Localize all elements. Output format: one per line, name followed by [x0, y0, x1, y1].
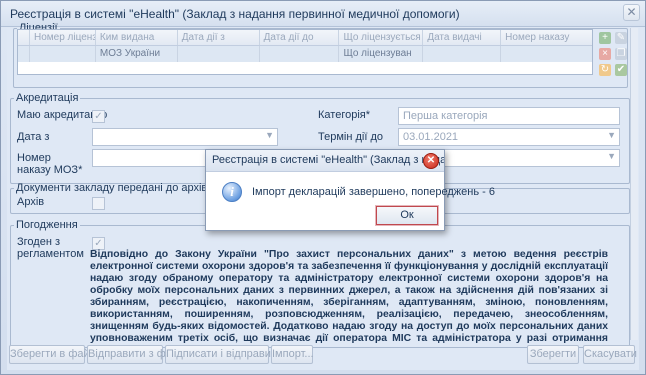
row-selector[interactable] [18, 46, 30, 62]
cell-date-from [178, 46, 260, 62]
import-button[interactable]: Імпорт... [271, 345, 314, 364]
column-header-issued-by[interactable]: Ким видана [96, 30, 178, 45]
column-header-date-to[interactable]: Дата дії до [260, 30, 340, 45]
refresh-icon[interactable]: ↻ [599, 64, 611, 76]
delete-icon[interactable]: × [599, 48, 611, 60]
valid-until-value: 03.01.2021 [403, 131, 459, 143]
settings-icon[interactable]: ✔ [615, 64, 627, 76]
date-from-field[interactable]: ▼ [92, 128, 278, 146]
sign-and-send-button[interactable]: Підписати і відправити [165, 345, 282, 364]
table-row[interactable]: МОЗ України Що ліцензуван [18, 46, 592, 62]
info-icon: i [222, 182, 242, 202]
import-result-dialog: Реєстрація в системі "eHealth" (Заклад з… [205, 149, 495, 231]
order-number-label: Номер наказу МОЗ* [17, 152, 83, 176]
archive-legend: Документи закладу передані до архіву [16, 182, 213, 194]
cell-issue-date [423, 46, 502, 62]
window-title: Реєстрація в системі "eHealth" (Заклад з… [10, 7, 460, 21]
cancel-button[interactable]: Скасувати [583, 345, 637, 364]
save-to-file-button[interactable]: Зберегти в файл [9, 345, 96, 364]
cell-number [30, 46, 96, 62]
column-header-issue-date[interactable]: Дата видачі [423, 30, 502, 45]
date-from-label: Дата з [17, 131, 50, 143]
agreement-text: Відповідно до Закону України "Про захист… [90, 249, 608, 344]
archive-checkbox[interactable] [92, 197, 105, 210]
close-icon: ✕ [626, 5, 637, 19]
chevron-down-icon[interactable]: ▼ [607, 130, 616, 140]
add-icon[interactable]: + [599, 32, 611, 44]
column-header-order-number[interactable]: Номер наказу [501, 30, 592, 45]
valid-until-label: Термін дії до [318, 131, 383, 143]
window-close-button[interactable]: ✕ [623, 4, 640, 21]
licenses-table[interactable]: Номер ліцензії Ким видана Дата дії з Дат… [17, 29, 593, 75]
archive-label: Архів [17, 196, 45, 208]
category-label: Категорія* [318, 109, 371, 121]
save-button[interactable]: Зберегти [527, 345, 579, 364]
column-header-number[interactable]: Номер ліцензії [30, 30, 96, 45]
agreement-legend: Погодження [16, 219, 78, 231]
send-from-file-button[interactable]: Відправити з файлу [87, 345, 190, 364]
cell-subject: Що ліцензуван [339, 46, 424, 62]
ok-button[interactable]: Ок [375, 205, 439, 226]
close-icon[interactable]: ✕ [423, 153, 439, 169]
valid-until-field[interactable]: 03.01.2021 ▼ [398, 128, 620, 146]
chevron-down-icon[interactable]: ▼ [607, 151, 616, 161]
cell-date-to [260, 46, 340, 62]
edit-icon[interactable]: ✎ [615, 32, 627, 44]
column-header-subject[interactable]: Що ліцензується [339, 30, 424, 45]
registration-window: Реєстрація в системі "eHealth" (Заклад з… [0, 0, 646, 375]
chevron-down-icon[interactable]: ▼ [265, 130, 274, 140]
agree-label: Згоден з регламентом [17, 236, 84, 260]
column-header-date-from[interactable]: Дата дії з [178, 30, 260, 45]
accreditation-legend: Акредитація [16, 92, 79, 104]
dialog-message: Імпорт декларацій завершено, попереджень… [252, 186, 495, 198]
has-accreditation-checkbox[interactable]: ✓ [92, 110, 105, 123]
cell-issued-by: МОЗ України [96, 46, 178, 62]
category-select[interactable]: Перша категорія [398, 107, 620, 125]
column-header-selector [18, 30, 30, 45]
category-value: Перша категорія [403, 110, 488, 122]
cell-order-number [501, 46, 592, 62]
dialog-title: Реєстрація в системі "eHealth" (Заклад з… [206, 150, 444, 172]
licenses-table-header: Номер ліцензії Ким видана Дата дії з Дат… [18, 30, 592, 46]
form-scrollbar[interactable] [630, 28, 638, 340]
copy-icon[interactable]: ❐ [615, 48, 627, 60]
